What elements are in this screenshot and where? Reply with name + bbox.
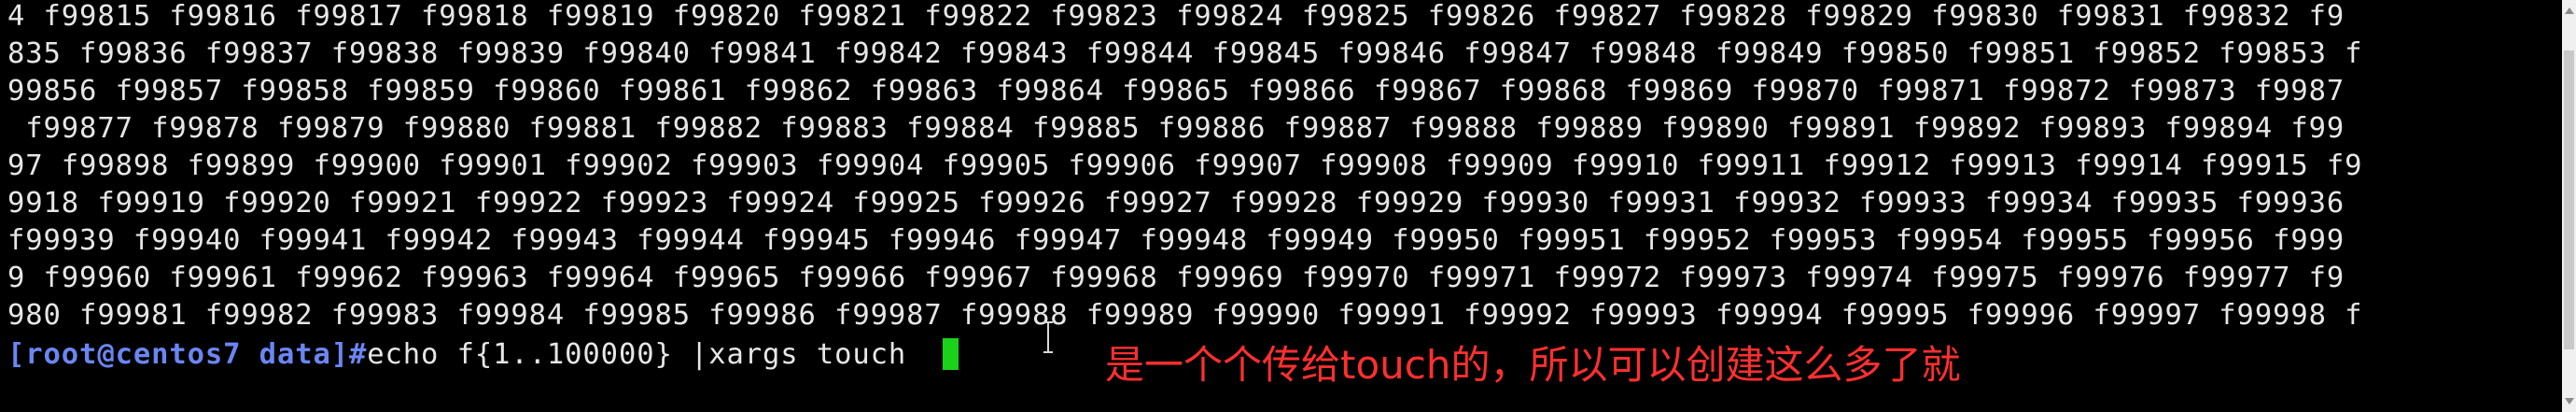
output-line: 9 f99960 f99961 f99962 f99963 f99964 f99… bbox=[7, 262, 2345, 294]
command-prompt-line[interactable]: [root@centos7 data]#echo f{1..100000} |x… bbox=[7, 338, 959, 372]
command-input[interactable]: echo f{1..100000} |xargs touch bbox=[367, 338, 924, 371]
output-line: f99939 f99940 f99941 f99942 f99943 f9994… bbox=[7, 224, 2345, 257]
output-line: f99877 f99878 f99879 f99880 f99881 f9988… bbox=[7, 112, 2345, 145]
output-line: 980 f99981 f99982 f99983 f99984 f99985 f… bbox=[7, 299, 2363, 332]
text-cursor bbox=[943, 338, 959, 370]
vertical-scrollbar[interactable] bbox=[2562, 0, 2576, 412]
output-line: 835 f99836 f99837 f99838 f99839 f99840 f… bbox=[7, 37, 2363, 70]
output-line: 97 f99898 f99899 f99900 f99901 f99902 f9… bbox=[7, 149, 2363, 182]
terminal-window[interactable]: 4 f99815 f99816 f99817 f99818 f99819 f99… bbox=[0, 0, 2562, 412]
scrollbar-thumb[interactable] bbox=[2564, 50, 2574, 349]
shell-prompt: [root@centos7 data]# bbox=[7, 338, 368, 371]
scroll-up-arrow-icon[interactable] bbox=[2565, 7, 2574, 14]
scroll-down-arrow-icon[interactable] bbox=[2565, 398, 2574, 405]
output-line: 9918 f99919 f99920 f99921 f99922 f99923 … bbox=[7, 187, 2363, 220]
annotation-text: 是一个个传给touch的，所以可以创建这么多了就 bbox=[1105, 342, 1961, 388]
i-beam-cursor-icon bbox=[1042, 321, 1055, 353]
output-line: 4 f99815 f99816 f99817 f99818 f99819 f99… bbox=[7, 0, 2345, 33]
output-line: 99856 f99857 f99858 f99859 f99860 f99861… bbox=[7, 75, 2345, 107]
